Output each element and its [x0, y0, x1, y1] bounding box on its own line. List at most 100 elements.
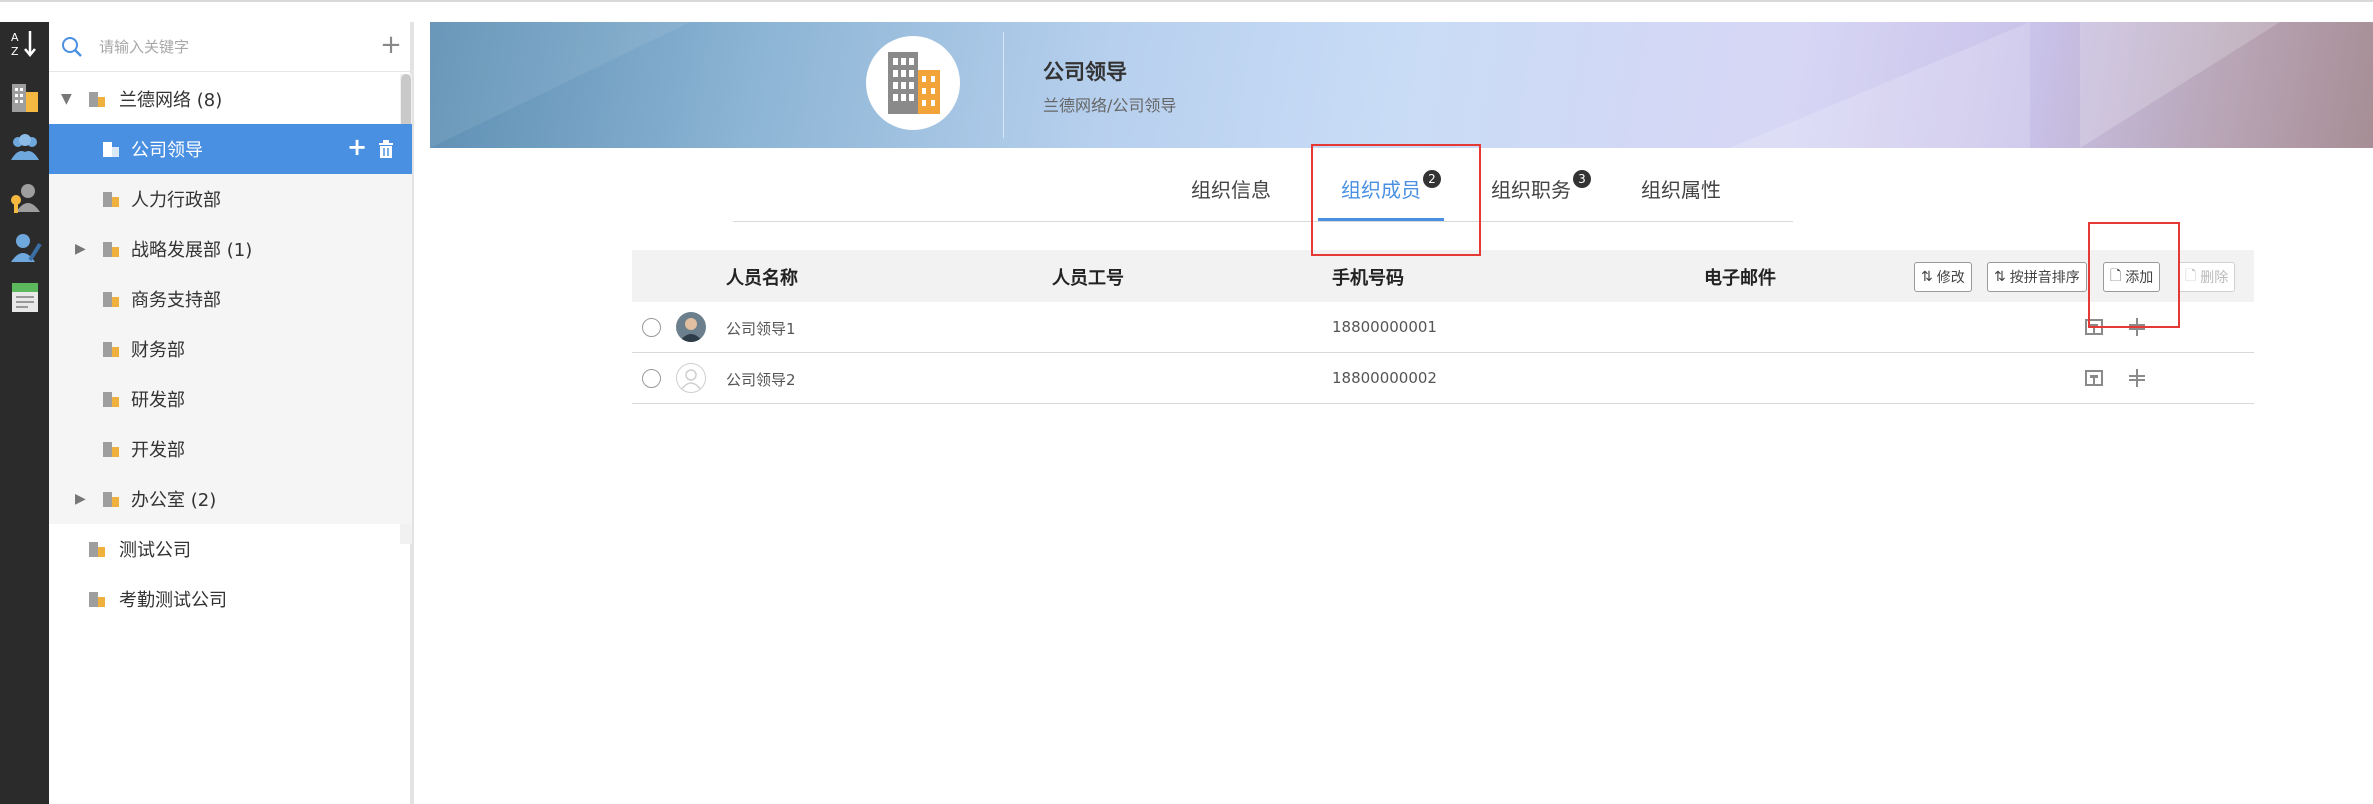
tree-node-label: 商务支持部	[131, 290, 221, 311]
building-icon	[103, 492, 119, 507]
row-select-radio[interactable]	[642, 369, 661, 388]
caret-right-icon[interactable]: ▶	[75, 491, 86, 507]
report-icon[interactable]	[4, 276, 45, 318]
org-banner: 公司领导 兰德网络/公司领导	[430, 22, 2373, 148]
tree-node-business[interactable]: 商务支持部	[49, 274, 412, 324]
tab-bar: 组织信息 组织成员 2 组织职务 3 组织属性	[733, 162, 1793, 222]
delete-file-icon: 🗋	[2185, 268, 2197, 284]
tab-org-members[interactable]: 组织成员 2	[1341, 170, 1441, 214]
view-card-icon[interactable]	[2083, 316, 2105, 338]
building-icon	[89, 542, 105, 557]
add-org-icon[interactable]: +	[378, 32, 404, 58]
sort-icon: ⇅	[1921, 269, 1933, 285]
table-row[interactable]: 公司领导2 18800000002	[632, 353, 2254, 404]
banner-decoration	[2080, 22, 2280, 148]
svg-text:Z: Z	[11, 45, 19, 58]
edit-button[interactable]: ⇅ 修改	[1914, 262, 1972, 292]
banner-decoration	[430, 22, 690, 148]
tab-org-attributes[interactable]: 组织属性	[1641, 174, 1721, 214]
column-header-employee-id: 人员工号	[1052, 268, 1124, 289]
button-label: 添加	[2125, 270, 2154, 286]
view-card-icon[interactable]	[2083, 367, 2105, 389]
trash-icon[interactable]	[377, 139, 395, 159]
icon-rail: A Z	[0, 22, 49, 804]
user-key-icon[interactable]	[4, 176, 45, 218]
default-user-icon	[680, 369, 702, 391]
button-label: 删除	[2200, 270, 2229, 286]
tree-node-label: 办公室 (2)	[131, 490, 217, 511]
tree-node-office[interactable]: ▶ 办公室 (2)	[49, 474, 412, 524]
svg-text:A: A	[11, 31, 19, 44]
add-child-icon[interactable]: +	[347, 133, 367, 161]
column-header-name: 人员名称	[726, 268, 798, 289]
sort-az-icon[interactable]: A Z	[4, 22, 45, 64]
tab-org-positions[interactable]: 组织职务 3	[1491, 170, 1591, 214]
org-avatar	[866, 36, 960, 130]
column-header-phone: 手机号码	[1332, 268, 1404, 289]
tab-org-info[interactable]: 组织信息	[1191, 174, 1271, 214]
tree-node-finance[interactable]: 财务部	[49, 324, 412, 374]
user-edit-icon[interactable]	[4, 226, 45, 268]
building-icon	[103, 342, 119, 357]
member-name: 公司领导1	[726, 320, 796, 338]
tree-node-dev[interactable]: 开发部	[49, 424, 412, 474]
tree-node-strategy[interactable]: ▶ 战略发展部 (1)	[49, 224, 412, 274]
building-icon	[888, 52, 940, 114]
tab-label: 组织成员	[1341, 178, 1421, 202]
tree-node-label: 研发部	[131, 390, 185, 411]
building-icon	[89, 92, 105, 107]
add-file-icon: 🗋	[2110, 268, 2122, 284]
app-window: A Z 请输入关键字 + ▼ 兰德网络 (8) 公司领导 + 人力行政部 ▶ 战…	[0, 0, 2373, 804]
tree-node-rnd[interactable]: 研发部	[49, 374, 412, 424]
users-glyph	[10, 134, 39, 160]
active-tab-indicator	[1318, 218, 1444, 221]
user-edit-glyph	[10, 234, 42, 262]
user-photo-icon	[676, 312, 706, 342]
member-name: 公司领导2	[726, 371, 796, 389]
tree-node-label: 兰德网络 (8)	[119, 90, 223, 111]
row-select-radio[interactable]	[642, 318, 661, 337]
table-header: 人员名称 人员工号 手机号码 电子邮件 ⇅ 修改 ⇅ 按拼音排序 🗋 添加 🗋 …	[632, 250, 2254, 302]
avatar	[676, 312, 706, 342]
add-member-button[interactable]: 🗋 添加	[2103, 262, 2161, 292]
tree-node-label: 人力行政部	[131, 190, 221, 211]
button-label: 按拼音排序	[2009, 270, 2080, 286]
tree-node-hr[interactable]: 人力行政部	[49, 174, 412, 224]
avatar	[676, 363, 706, 393]
drag-handle-icon[interactable]	[2126, 316, 2148, 338]
tree-node-test-company[interactable]: 测试公司	[49, 524, 414, 574]
banner-decoration	[1730, 22, 2030, 148]
pinyin-sort-button[interactable]: ⇅ 按拼音排序	[1987, 262, 2087, 292]
users-icon[interactable]	[4, 126, 45, 168]
building-icon	[103, 392, 119, 407]
tree-node-label: 战略发展部 (1)	[131, 240, 253, 261]
caret-right-icon[interactable]: ▶	[75, 241, 86, 257]
tree-node-root[interactable]: ▼ 兰德网络 (8)	[49, 74, 414, 124]
sort-icon: ⇅	[1994, 269, 2006, 285]
count-badge: 3	[1573, 170, 1591, 188]
org-building-icon[interactable]	[4, 76, 45, 118]
org-title: 公司领导	[1043, 60, 1127, 84]
tree-node-label: 开发部	[131, 440, 185, 461]
button-label: 修改	[1936, 270, 1965, 286]
caret-down-icon[interactable]: ▼	[61, 91, 72, 107]
user-key-glyph	[10, 184, 40, 213]
table-row[interactable]: 公司领导1 18800000001	[632, 302, 2254, 353]
tree-node-attendance-company[interactable]: 考勤测试公司	[49, 574, 414, 624]
tree-node-label: 财务部	[131, 340, 185, 361]
tree-node-label: 公司领导	[131, 140, 203, 161]
tree-node-label: 考勤测试公司	[119, 590, 227, 611]
member-phone: 18800000002	[1332, 369, 1437, 387]
tab-label: 组织职务	[1491, 178, 1571, 202]
search-icon	[62, 37, 82, 57]
drag-handle-icon[interactable]	[2126, 367, 2148, 389]
org-breadcrumb: 兰德网络/公司领导	[1043, 96, 1177, 115]
banner-divider	[1003, 32, 1004, 138]
delete-member-button[interactable]: 🗋 删除	[2178, 262, 2236, 292]
report-glyph	[11, 283, 38, 312]
building-icon	[103, 442, 119, 457]
tree-node-company-leaders[interactable]: 公司领导 +	[49, 124, 412, 174]
search-input[interactable]	[99, 34, 359, 60]
building-icon	[89, 592, 105, 607]
tree-search-bar: +	[49, 22, 414, 72]
